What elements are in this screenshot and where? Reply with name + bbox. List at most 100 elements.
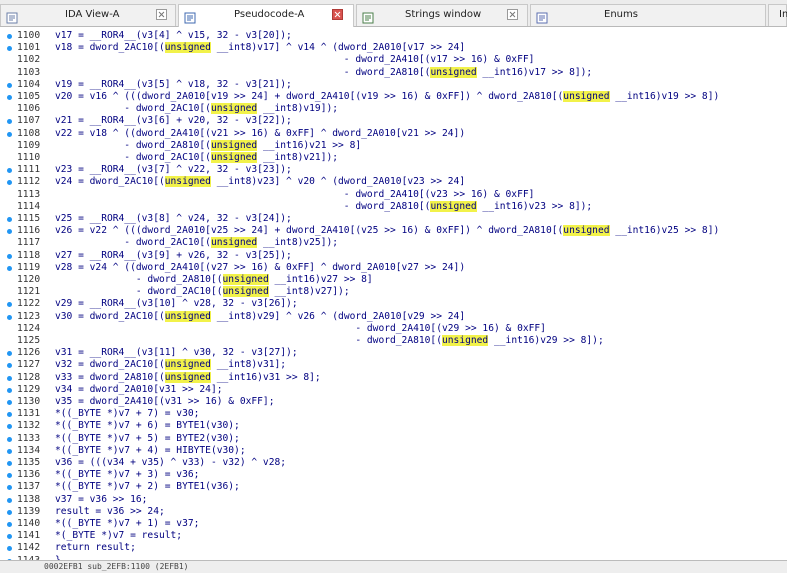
tab-bar: IDA View-A Pseudocode-A Strings window Enum…	[0, 0, 787, 27]
breakpoint-dot-icon[interactable]	[7, 522, 12, 527]
line-number: 1130	[17, 396, 41, 407]
breakpoint-dot-icon[interactable]	[7, 363, 12, 369]
pseudocode-icon	[184, 9, 196, 24]
tab-strings-window[interactable]: Strings window	[356, 4, 528, 26]
line-number: 1102	[17, 54, 41, 66]
code-text: *((_BYTE *)v7 + 3) = v36;	[55, 469, 199, 481]
keyword-highlight: unsigned	[222, 274, 269, 285]
line-number: 1120	[17, 274, 41, 285]
line-number: 1135	[17, 457, 41, 468]
code-text: - dword_2A410[(v17 >> 16) & 0xFF]	[55, 54, 535, 66]
code-text: v24 = dword_2AC10[(unsigned __int8)v23] …	[55, 176, 465, 188]
code-text: - dword_2A810[(unsigned __int16)v21 >> 8…	[55, 139, 362, 152]
breakpoint-dot-icon[interactable]	[7, 34, 12, 39]
breakpoint-dot-icon[interactable]	[7, 46, 12, 52]
code-segment: v32 = dword_2AC10[(	[55, 359, 165, 371]
code-text: - dword_2AC10[(unsigned __int8)v25]);	[55, 237, 338, 249]
breakpoint-dot-icon[interactable]	[7, 180, 12, 186]
breakpoint-dot-icon[interactable]	[7, 436, 12, 442]
tab-enums[interactable]: Enums	[530, 4, 780, 26]
status-bar: 0002EFB1 sub_2EFB:1100 (2EFB1)	[0, 560, 787, 573]
code-text: result = v36 >> 24;	[55, 506, 165, 518]
tab-label: Strings window	[405, 9, 482, 20]
ida-view-icon	[6, 9, 18, 24]
code-segment: - dword_2A410[(v29 >> 16) & 0xFF]	[55, 322, 546, 334]
breakpoint-dot-icon[interactable]	[7, 448, 12, 454]
breakpoint-dot-icon[interactable]	[7, 546, 12, 552]
breakpoint-dot-icon[interactable]	[7, 424, 12, 430]
keyword-highlight: unsigned	[210, 139, 258, 151]
keyword-highlight: unsigned	[442, 335, 489, 346]
code-text: - dword_2A810[(unsigned __int16)v29 >> 8…	[55, 335, 604, 347]
breakpoint-dot-icon[interactable]	[7, 168, 12, 174]
close-icon[interactable]	[332, 9, 343, 20]
tab-imp[interactable]: Imp	[768, 4, 787, 26]
breakpoint-dot-icon[interactable]	[7, 82, 12, 88]
code-text: - dword_2A810[(unsigned __int16)v23 >> 8…	[55, 200, 593, 213]
code-segment: v28 = v24 ^ ((dword_2A410[(v27 >> 16) & …	[55, 261, 466, 273]
line-number: 1141	[17, 530, 41, 542]
close-icon[interactable]	[507, 9, 518, 20]
code-segment: - dword_2A810[(	[55, 139, 211, 151]
code-text: *(_BYTE *)v7 = result;	[55, 530, 182, 542]
code-text: v17 = __ROR4__(v3[4] ^ v15, 32 - v3[20])…	[55, 30, 292, 42]
code-segment: v20 = v16 ^ (((dword_2A010[v19 >> 24] + …	[55, 91, 564, 102]
code-text: *((_BYTE *)v7 + 6) = BYTE1(v30);	[55, 420, 240, 432]
breakpoint-dot-icon[interactable]	[7, 534, 12, 540]
code-text: v36 = (((v34 + v35) ^ v33) - v32) ^ v28;	[55, 457, 286, 469]
line-number: 1114	[17, 200, 41, 212]
breakpoint-dot-icon[interactable]	[7, 314, 12, 320]
breakpoint-dot-icon[interactable]	[7, 473, 12, 479]
code-segment: - dword_2A810[(	[55, 335, 442, 346]
close-icon[interactable]	[156, 9, 167, 20]
line-number: 1121	[17, 286, 41, 298]
code-segment: __int16)v23 >> 8]);	[476, 200, 593, 212]
keyword-highlight: unsigned	[164, 371, 211, 383]
code-segment: *((_BYTE *)v7 + 1) = v37;	[55, 518, 200, 529]
breakpoint-dot-icon[interactable]	[7, 412, 12, 418]
breakpoint-dot-icon[interactable]	[7, 485, 12, 491]
breakpoint-dot-icon[interactable]	[7, 497, 12, 503]
code-text: *((_BYTE *)v7 + 1) = v37;	[55, 518, 199, 530]
breakpoint-dot-icon[interactable]	[7, 95, 12, 100]
code-text: v21 = __ROR4__(v3[6] + v20, 32 - v3[22])…	[55, 115, 292, 127]
tab-ida-view-a[interactable]: IDA View-A	[0, 4, 176, 26]
line-number: 1118	[17, 249, 41, 261]
line-number: 1100	[17, 30, 41, 41]
breakpoint-dot-icon[interactable]	[7, 375, 12, 381]
code-segment: v30 = dword_2AC10[(	[55, 310, 165, 322]
tab-pseudocode-a[interactable]: Pseudocode-A	[178, 4, 354, 27]
code-segment: v37 = v36 >> 16;	[55, 493, 148, 505]
pseudocode-view[interactable]: 1100 v17 = __ROR4__(v3[4] ^ v15, 32 - v3[…	[0, 27, 787, 560]
code-segment: *((_BYTE *)v7 + 4) = HIBYTE(v30);	[55, 444, 246, 456]
breakpoint-dot-icon[interactable]	[7, 387, 12, 393]
line-number: 1111	[17, 164, 41, 176]
breakpoint-dot-icon[interactable]	[7, 253, 12, 259]
line-number: 1127	[17, 359, 41, 371]
breakpoint-dot-icon[interactable]	[7, 302, 12, 308]
code-segment: __int16)v21 >> 8]	[257, 139, 362, 151]
code-segment: v22 = v18 ^ ((dword_2A410[(v21 >> 16) & …	[55, 127, 466, 139]
code-text: v37 = v36 >> 16;	[55, 494, 147, 506]
breakpoint-dot-icon[interactable]	[7, 229, 12, 235]
breakpoint-dot-icon[interactable]	[7, 400, 12, 405]
breakpoint-dot-icon[interactable]	[7, 119, 12, 125]
code-text: v28 = v24 ^ ((dword_2A410[(v27 >> 16) & …	[55, 262, 465, 274]
line-number: 1113	[17, 188, 41, 200]
line-number: 1103	[17, 66, 41, 78]
breakpoint-dot-icon[interactable]	[7, 509, 12, 515]
line-number: 1136	[17, 469, 41, 481]
code-segment: - dword_2AC10[(	[55, 152, 211, 163]
breakpoint-dot-icon[interactable]	[7, 461, 12, 466]
breakpoint-dot-icon[interactable]	[7, 131, 12, 137]
code-segment: __int8)v17] ^ v14 ^ (dword_2A010[v17 >> …	[210, 42, 466, 54]
breakpoint-dot-icon[interactable]	[7, 217, 12, 222]
code-segment: v29 = __ROR4__(v3[10] ^ v28, 32 - v3[26]…	[55, 298, 298, 310]
line-number: 1108	[17, 127, 41, 139]
code-text: v35 = dword_2A410[(v31 >> 16) & 0xFF];	[55, 396, 275, 408]
keyword-highlight: unsigned	[210, 152, 258, 163]
line-number: 1126	[17, 347, 41, 359]
code-segment: - dword_2AC10[(	[55, 237, 211, 249]
breakpoint-dot-icon[interactable]	[7, 351, 12, 357]
breakpoint-dot-icon[interactable]	[7, 265, 12, 271]
